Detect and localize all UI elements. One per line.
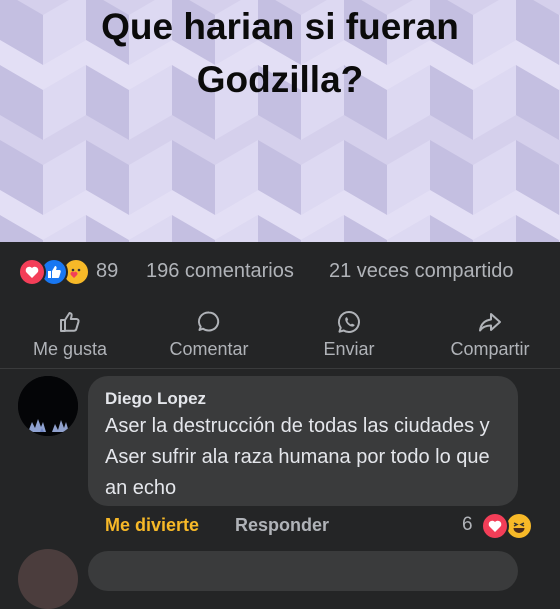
share-arrow-icon	[479, 313, 501, 332]
shares-count[interactable]: 21 veces compartido	[329, 260, 514, 283]
next-comment-avatar[interactable]	[18, 549, 78, 609]
thumbs-up-icon	[60, 312, 80, 332]
haha-icon[interactable]	[505, 512, 533, 540]
comment-label: Comentar	[169, 339, 249, 359]
reaction-count[interactable]: 89	[96, 260, 118, 283]
heart-icon[interactable]	[18, 258, 46, 286]
send-label: Enviar	[323, 339, 375, 359]
speech-bubble-icon	[198, 311, 220, 332]
post-title-line2: Godzilla?	[196, 59, 364, 100]
post-image[interactable]: Que harian si fueran Godzilla?	[0, 0, 560, 242]
comment-author[interactable]: Diego Lopez	[105, 389, 206, 409]
post-title: Que harian si fueran Godzilla?	[0, 0, 560, 106]
like-button[interactable]: Me gusta	[18, 305, 122, 365]
share-label: Compartir	[450, 339, 530, 359]
comment-button[interactable]: Comentar	[158, 305, 260, 365]
reaction-button[interactable]: Me divierte	[105, 515, 199, 536]
heart-icon[interactable]	[481, 512, 509, 540]
next-comment-bubble	[88, 551, 518, 591]
comments-count[interactable]: 196 comentarios	[146, 260, 294, 283]
share-button[interactable]: Compartir	[440, 305, 540, 365]
comment-text: Aser la destrucción de todas las ciudade…	[105, 415, 490, 499]
whatsapp-icon	[337, 310, 360, 333]
like-label: Me gusta	[32, 339, 108, 359]
divider	[0, 368, 560, 369]
send-button[interactable]: Enviar	[310, 305, 388, 365]
post-title-line1: Que harian si fueran	[101, 6, 459, 47]
comment-reaction-count[interactable]: 6	[462, 514, 473, 536]
avatar[interactable]	[18, 376, 78, 436]
reply-button[interactable]: Responder	[235, 515, 329, 536]
